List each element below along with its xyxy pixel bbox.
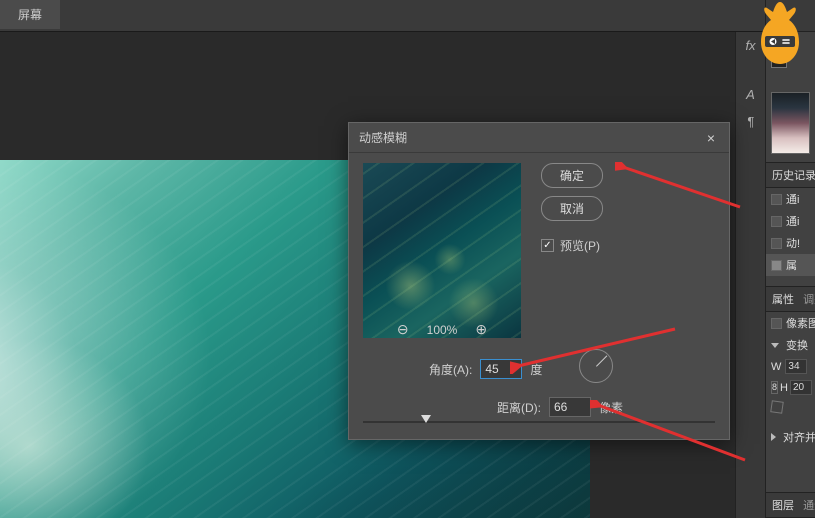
layer-thumb-icon bbox=[771, 318, 782, 329]
rotate-icon[interactable] bbox=[770, 400, 784, 414]
properties-panel-tab[interactable]: 属性 调整 bbox=[766, 286, 815, 312]
collapsed-panel-icons: fx A ¶ bbox=[735, 32, 765, 518]
w-label: W bbox=[771, 361, 781, 373]
history-item[interactable]: 属 bbox=[766, 254, 815, 276]
history-thumb-icon bbox=[771, 260, 782, 271]
right-panels: 历史记录 通i 通i 动! 属 属性 调整 像素图 变换 W 8H 对齐并分布 … bbox=[765, 0, 815, 518]
pixel-label: 像素图 bbox=[786, 315, 815, 331]
angle-input[interactable] bbox=[480, 359, 522, 379]
distance-row: 距离(D): 像素 bbox=[497, 397, 623, 417]
history-item[interactable]: 通i bbox=[766, 210, 815, 232]
ok-button[interactable]: 确定 bbox=[541, 163, 603, 188]
dialog-body: 确定 取消 ✓ 预览(P) bbox=[349, 153, 729, 348]
panel-tab-label: 通道 bbox=[803, 500, 815, 512]
motion-blur-dialog: 动感模糊 × 确定 取消 ✓ 预览(P) ⊖ 100% ⊕ 角度(A): 度 距… bbox=[348, 122, 730, 440]
rotate-row bbox=[766, 398, 815, 416]
cancel-button[interactable]: 取消 bbox=[541, 196, 603, 221]
history-item-label: 属 bbox=[786, 257, 797, 273]
panel-tab-label: 图层 bbox=[772, 500, 794, 512]
type-icon[interactable]: A bbox=[736, 81, 765, 108]
layers-panel-tab[interactable]: 图层 通道 bbox=[766, 492, 815, 518]
ninja-logo bbox=[749, 0, 811, 68]
dialog-titlebar[interactable]: 动感模糊 × bbox=[349, 123, 729, 153]
top-bar: 屏幕 bbox=[0, 0, 815, 32]
distance-label: 距离(D): bbox=[497, 399, 541, 416]
align-label: 对齐并分布 bbox=[783, 429, 815, 445]
zoom-out-button[interactable]: ⊖ bbox=[397, 321, 409, 338]
history-item[interactable]: 动! bbox=[766, 232, 815, 254]
history-item-label: 通i bbox=[786, 213, 799, 229]
distance-input[interactable] bbox=[549, 397, 591, 417]
slider-thumb[interactable] bbox=[421, 415, 431, 423]
close-button[interactable]: × bbox=[703, 130, 719, 146]
history-panel-tab[interactable]: 历史记录 bbox=[766, 162, 815, 188]
checkbox-icon[interactable]: ✓ bbox=[541, 239, 554, 252]
distance-unit: 像素 bbox=[599, 399, 623, 416]
dialog-buttons: 确定 取消 ✓ 预览(P) bbox=[521, 163, 603, 338]
link-icon[interactable]: 8 bbox=[771, 381, 778, 394]
angle-unit: 度 bbox=[530, 361, 542, 378]
transform-label: 变换 bbox=[786, 337, 808, 353]
chevron-down-icon bbox=[771, 343, 779, 348]
angle-label: 角度(A): bbox=[429, 361, 472, 378]
pixel-layer-row: 像素图 bbox=[766, 312, 815, 334]
distance-slider[interactable] bbox=[363, 421, 715, 423]
gradient-preview[interactable] bbox=[771, 92, 810, 154]
angle-row: 角度(A): 度 bbox=[429, 359, 542, 379]
history-item[interactable]: 通i bbox=[766, 188, 815, 210]
chevron-right-icon bbox=[771, 433, 776, 441]
transform-section[interactable]: 变换 bbox=[766, 334, 815, 356]
width-row: W bbox=[766, 356, 815, 377]
zoom-in-button[interactable]: ⊕ bbox=[475, 321, 487, 338]
document-tab[interactable]: 屏幕 bbox=[0, 0, 60, 29]
angle-dial[interactable] bbox=[579, 349, 613, 383]
paragraph-icon[interactable]: ¶ bbox=[736, 108, 765, 135]
h-label: H bbox=[780, 382, 788, 394]
width-input[interactable] bbox=[785, 359, 807, 374]
panel-tab-label: 调整 bbox=[803, 294, 815, 306]
dialog-title-text: 动感模糊 bbox=[359, 129, 407, 146]
zoom-level: 100% bbox=[427, 323, 458, 337]
height-input[interactable] bbox=[790, 380, 812, 395]
panel-tab-label: 属性 bbox=[772, 294, 794, 306]
history-thumb-icon bbox=[771, 238, 782, 249]
preview-checkbox-row[interactable]: ✓ 预览(P) bbox=[541, 237, 603, 254]
history-thumb-icon bbox=[771, 216, 782, 227]
history-item-label: 动! bbox=[786, 235, 800, 251]
history-item-label: 通i bbox=[786, 191, 799, 207]
preview-checkbox-label: 预览(P) bbox=[560, 237, 600, 254]
history-thumb-icon bbox=[771, 194, 782, 205]
zoom-controls: ⊖ 100% ⊕ bbox=[363, 321, 521, 338]
align-section[interactable]: 对齐并分布 bbox=[766, 426, 815, 448]
height-row: 8H bbox=[766, 377, 815, 398]
preview-thumbnail[interactable] bbox=[363, 163, 521, 338]
